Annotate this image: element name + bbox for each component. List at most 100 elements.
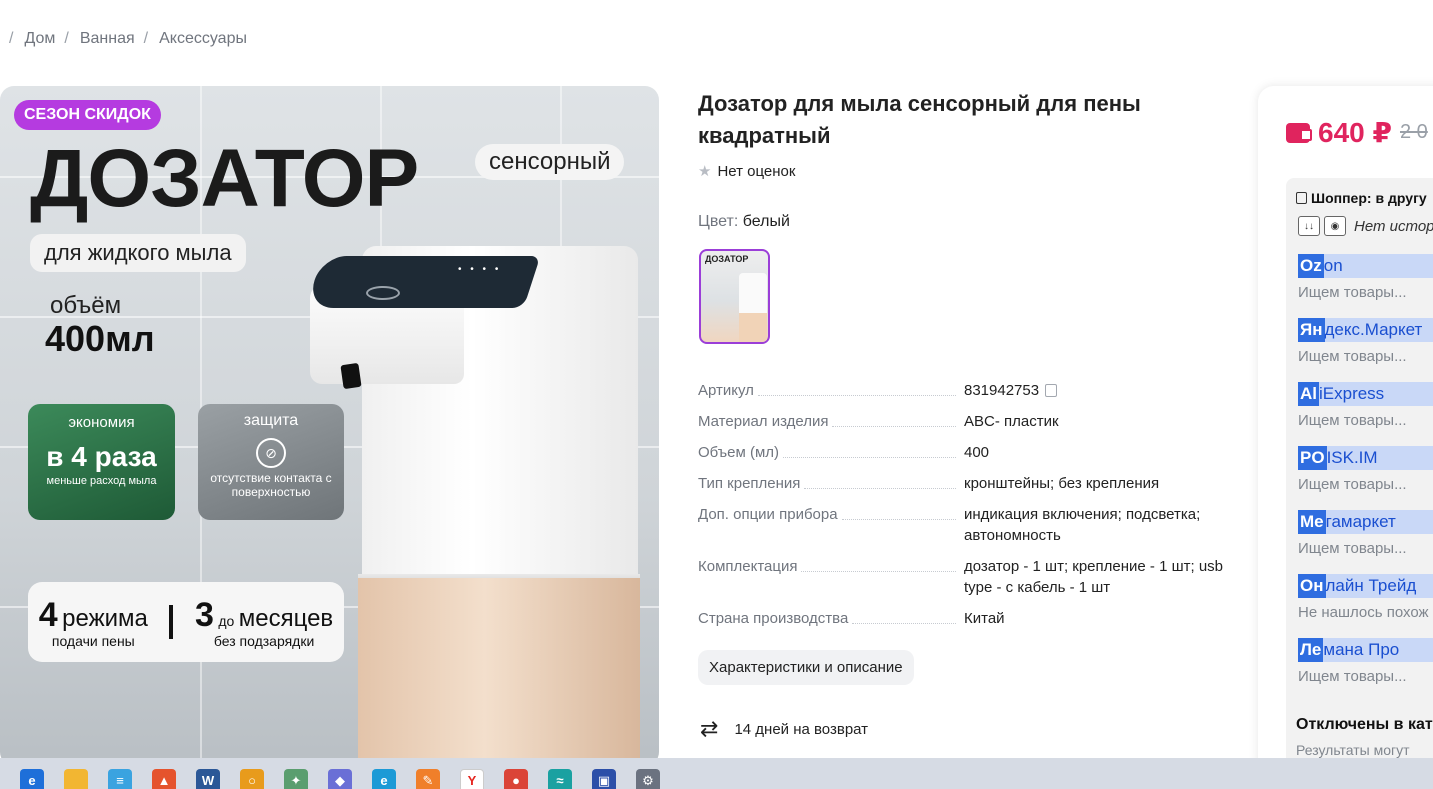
breadcrumb-separator: / — [143, 30, 149, 47]
vpn-shield-icon[interactable]: ◆ — [328, 768, 352, 789]
store-name-highlight: Oz — [1298, 254, 1324, 278]
liquid-soap-pill: для жидкого мыла — [30, 234, 246, 272]
store-link-aliexpress[interactable]: Al iExpress — [1298, 382, 1433, 406]
store-name-highlight: Он — [1298, 574, 1326, 598]
product-title: Дозатор для мыла сенсорный для пены квад… — [698, 91, 1141, 148]
rating: ★ Нет оценок — [698, 162, 795, 181]
store-status: Не нашлось похож — [1298, 604, 1429, 621]
store-status: Ищем товары... — [1298, 348, 1407, 365]
store-link-yandex-market[interactable]: Ян декс.Маркет — [1298, 318, 1433, 342]
specs-and-description-button[interactable]: Характеристики и описание — [698, 650, 914, 685]
file-explorer-icon[interactable] — [64, 768, 88, 789]
store-link-lemana-pro[interactable]: Ле мана Про — [1298, 638, 1433, 662]
store-name-rest: мана Про — [1323, 640, 1400, 659]
spec-value: 831942753 — [964, 382, 1040, 399]
store-item: Ян декс.Маркет Ищем товары... — [1298, 318, 1433, 382]
eye-icon[interactable]: ◉ — [1324, 216, 1346, 236]
return-policy[interactable]: ⇄ 14 дней на возврат — [700, 716, 868, 742]
edge-icon[interactable]: e — [372, 768, 396, 789]
protection-title: защита — [243, 412, 299, 429]
shopper-header: Шоппер: в другу — [1296, 190, 1427, 206]
bird-app-icon[interactable]: ✦ — [284, 768, 308, 789]
color-label: Цвет: — [698, 213, 739, 230]
sticky-notes-icon[interactable]: ✎ — [416, 768, 440, 789]
rating-text[interactable]: Нет оценок — [717, 163, 795, 180]
swatch-base — [739, 313, 767, 342]
shopper-status: в другу — [1375, 190, 1427, 206]
edge-legacy-icon[interactable]: e — [20, 768, 44, 789]
sensor-pill: сенсорный — [475, 144, 625, 180]
windows-taskbar: e ≡ ▲ W ○ ✦ ◆ e ✎ Y ● ≈ ▣ ⚙ — [0, 758, 1433, 789]
breadcrumb-accessories[interactable]: Аксессуары — [159, 30, 247, 48]
brave-browser-icon[interactable]: ▲ — [152, 768, 176, 789]
store-item: Ме гамаркет Ищем товары... — [1298, 510, 1433, 574]
spec-value: 400 — [964, 444, 990, 461]
store-status: Ищем товары... — [1298, 540, 1407, 557]
spec-value: Китай — [964, 610, 1005, 627]
spec-key: Тип крепления — [698, 475, 801, 492]
wallet-icon — [1286, 122, 1312, 143]
price-line: 640 ₽ 2 0 — [1286, 116, 1428, 149]
store-link-ozon[interactable]: Oz on — [1298, 254, 1433, 278]
history-text: Нет истор — [1354, 217, 1433, 235]
shopper-extension-panel: Шоппер: в другу ↓↓ ◉ Нет истор Oz on Ищем… — [1286, 178, 1433, 776]
price-card: 640 ₽ 2 0 Шоппер: в другу ↓↓ ◉ Нет истор… — [1258, 86, 1433, 776]
breadcrumb-separator: / — [64, 30, 69, 47]
store-item: PO ISK.IM Ищем товары... — [1298, 446, 1433, 510]
breadcrumb: / Дом / Ванная / Аксессуары — [0, 28, 247, 50]
spec-row-options: Доп. опции прибора индикация включения; … — [698, 504, 1228, 546]
store-name-rest: iExpress — [1319, 384, 1385, 403]
store-item: Ле мана Про Ищем товары... — [1298, 638, 1433, 702]
modes-card: 4 режима подачи пены 3 до месяцев без по… — [28, 582, 344, 662]
months-word: месяцев — [238, 604, 334, 632]
spec-row-article: Артикул 831942753 — [698, 380, 1228, 401]
search-tool-icon[interactable]: ○ — [240, 768, 264, 789]
modes-note: подачи пены — [51, 632, 135, 649]
disabled-categories-note: Результаты могут — [1296, 742, 1410, 758]
spec-value: дозатор - 1 шт; крепление - 1 шт; usb ty… — [964, 558, 1224, 596]
economy-note: меньше расход мыла — [46, 475, 157, 487]
breadcrumb-home[interactable]: Дом — [24, 30, 55, 48]
color-swatch-white[interactable]: ДОЗАТОР — [699, 249, 770, 344]
word-icon[interactable]: W — [196, 768, 220, 789]
spec-value: индикация включения; подсветка; автономн… — [964, 506, 1201, 544]
store-list: Oz on Ищем товары... Ян декс.Маркет Ищем т… — [1298, 254, 1433, 702]
store-link-megamarket[interactable]: Ме гамаркет — [1298, 510, 1433, 534]
store-link-poisk-im[interactable]: PO ISK.IM — [1298, 446, 1433, 470]
save-disk-icon[interactable]: ▣ — [592, 768, 616, 789]
protection-card: защита ⊘ отсутствие контакта с поверхнос… — [198, 404, 344, 520]
shopper-toolbar: ↓↓ ◉ Нет истор — [1298, 216, 1433, 236]
sale-badge: СЕЗОН СКИДОК — [14, 100, 161, 130]
spec-key: Артикул — [698, 382, 754, 399]
store-name-rest: гамаркет — [1325, 512, 1396, 531]
copy-icon[interactable] — [1045, 381, 1061, 397]
page: / Дом / Ванная / Аксессуары • • • • СЕЗО… — [0, 0, 1433, 789]
breadcrumb-bathroom[interactable]: Ванная — [80, 30, 135, 48]
months-prefix: до — [218, 612, 235, 629]
return-text: 14 дней на возврат — [734, 720, 869, 738]
color-selector-label: Цвет: белый — [698, 213, 790, 231]
color-value: белый — [742, 213, 790, 230]
store-name-rest: on — [1323, 256, 1343, 275]
notes-app-icon[interactable]: ≡ — [108, 768, 132, 789]
wave-app-icon[interactable]: ≈ — [548, 768, 572, 789]
spec-value: ABC- пластик — [964, 413, 1059, 430]
spec-row-material: Материал изделия ABC- пластик — [698, 411, 1228, 432]
store-status: Ищем товары... — [1298, 668, 1407, 685]
specs-table: Артикул 831942753 Материал изделия ABC- … — [698, 380, 1228, 639]
sort-icon[interactable]: ↓↓ — [1298, 216, 1320, 236]
shopping-bag-icon — [1296, 192, 1307, 204]
image-headline: ДОЗАТОР — [30, 133, 419, 224]
swatch-caption: ДОЗАТОР — [705, 254, 749, 264]
yandex-browser-icon[interactable]: Y — [460, 768, 484, 789]
product-main-image[interactable]: • • • • СЕЗОН СКИДОК ДОЗАТОР сенсорный д… — [0, 86, 659, 766]
store-link-online-trade[interactable]: Он лайн Трейд — [1298, 574, 1433, 598]
shopper-label: Шоппер: — [1311, 190, 1372, 206]
chrome-icon[interactable]: ● — [504, 768, 528, 789]
volume-value: 400мл — [45, 318, 155, 359]
store-name-highlight: PO — [1298, 446, 1327, 470]
settings-gear-icon[interactable]: ⚙ — [636, 768, 660, 789]
store-item: Он лайн Трейд Не нашлось похож — [1298, 574, 1433, 638]
store-name-highlight: Ле — [1298, 638, 1324, 662]
modes-number: 4 — [38, 595, 58, 634]
